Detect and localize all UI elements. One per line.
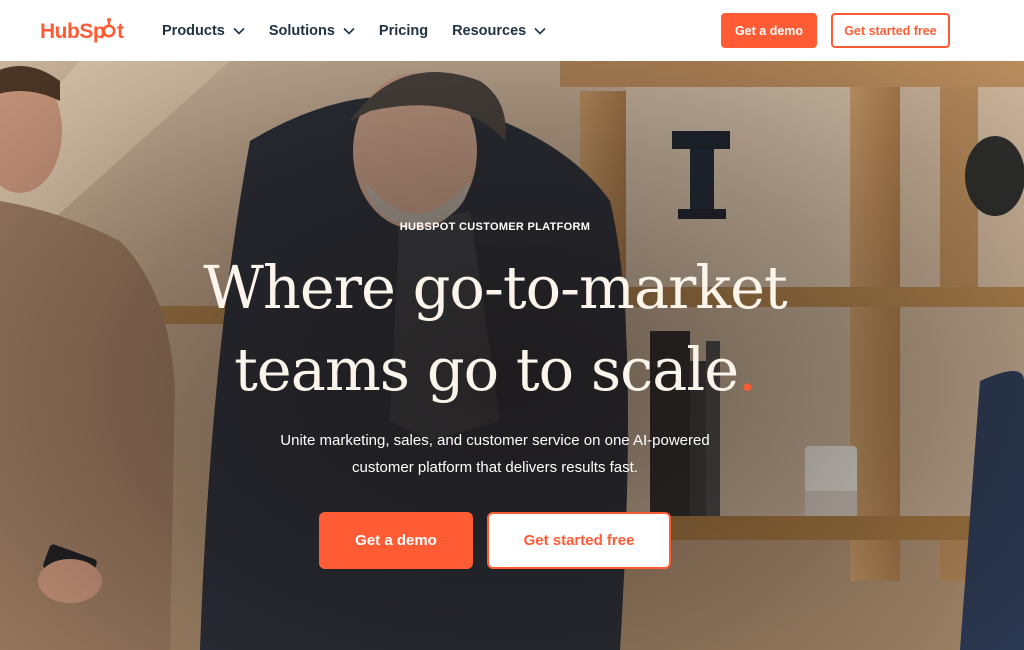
chevron-down-icon xyxy=(233,27,245,35)
chevron-down-icon xyxy=(534,27,546,35)
nav-solutions[interactable]: Solutions xyxy=(269,23,355,39)
nav-pricing[interactable]: Pricing xyxy=(379,23,428,39)
chevron-down-icon xyxy=(343,27,355,35)
nav-products-label: Products xyxy=(162,22,225,39)
hero-headline-line1: Where go-to-market xyxy=(203,253,788,322)
hero-subtitle-line2: customer platform that delivers results … xyxy=(352,459,638,476)
hero-eyebrow: HUBSPOT CUSTOMER PLATFORM xyxy=(399,221,591,233)
hero-get-demo-button[interactable]: Get a demo xyxy=(319,512,473,569)
main-nav: Products Solutions Pricing Resources xyxy=(162,23,570,39)
hero-section: HUBSPOT CUSTOMER PLATFORM Where go-to-ma… xyxy=(0,61,1024,650)
hero-ctas: Get a demo Get started free xyxy=(319,512,671,569)
hero-get-started-free-button[interactable]: Get started free xyxy=(487,512,671,569)
nav-pricing-label: Pricing xyxy=(378,22,429,39)
nav-products[interactable]: Products xyxy=(162,23,245,39)
header-ctas: Get a demo Get started free xyxy=(721,13,950,48)
header-get-started-free-button[interactable]: Get started free xyxy=(831,13,950,48)
hubspot-logo-icon: HubSp t xyxy=(40,17,125,43)
hero-subtitle: Unite marketing, sales, and customer ser… xyxy=(0,427,990,481)
svg-text:t: t xyxy=(117,20,124,43)
site-header: HubSp t Products Solutions Pricing Resou… xyxy=(0,0,1024,61)
hero-headline: Where go-to-market teams go to scale. xyxy=(0,247,990,411)
header-get-demo-button[interactable]: Get a demo xyxy=(721,13,817,48)
hero-subtitle-line1: Unite marketing, sales, and customer ser… xyxy=(280,432,710,449)
nav-resources-label: Resources xyxy=(452,22,527,39)
svg-text:HubSp: HubSp xyxy=(40,20,105,43)
hero-headline-line2: teams go to scale xyxy=(234,335,739,404)
nav-resources[interactable]: Resources xyxy=(452,23,546,39)
hubspot-logo[interactable]: HubSp t xyxy=(40,17,160,44)
nav-solutions-label: Solutions xyxy=(268,22,335,39)
hero-headline-dot: . xyxy=(738,335,757,404)
